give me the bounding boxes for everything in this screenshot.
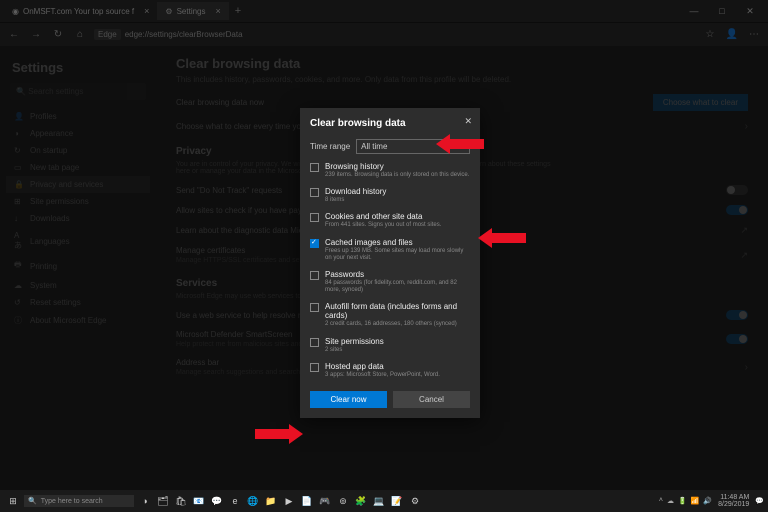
tray-icon[interactable]: ˄ [659,497,663,505]
checkbox[interactable] [310,303,319,312]
checkbox[interactable] [310,271,319,280]
clear-option[interactable]: Hosted app data3 apps: Microsoft Store, … [310,362,470,379]
option-subtitle: 84 passwords (for fidelity.com, reddit.c… [325,280,470,294]
option-title: Site permissions [325,337,384,346]
annotation-arrow-icon [478,226,526,250]
taskbar-app-icon[interactable]: 🌐 [244,496,262,507]
taskbar-app-icon[interactable]: 🛍 [172,496,190,507]
option-title: Download history [325,187,386,196]
clear-option[interactable]: Cookies and other site dataFrom 441 site… [310,212,470,229]
clear-option[interactable]: Site permissions2 sites [310,337,470,354]
taskbar-search[interactable]: 🔍 Type here to search [24,495,134,507]
windows-taskbar: ⊞ 🔍 Type here to search ◑🗂🛍📧💬e🌐📁▶📄🎮⊚🧩💻📝⚙… [0,490,768,512]
taskbar-app-icon[interactable]: 💬 [208,496,226,507]
option-title: Cached images and files [325,238,470,247]
clear-option[interactable]: Cached images and filesFrees up 139 MB. … [310,238,470,262]
taskbar-app-icon[interactable]: 💻 [370,496,388,507]
taskbar-app-icon[interactable]: e [226,496,244,507]
taskbar-app-icon[interactable]: 📄 [298,496,316,507]
taskbar-app-icon[interactable]: 🗂 [154,496,172,507]
taskbar-app-icon[interactable]: 📧 [190,496,208,507]
taskbar-app-icon[interactable]: ⊚ [334,496,352,507]
option-subtitle: 239 items. Browsing data is only stored … [325,172,469,179]
option-subtitle: 3 apps: Microsoft Store, PowerPoint, Wor… [325,372,440,379]
dialog-title: Clear browsing data [310,118,470,129]
annotation-arrow-icon [436,132,484,156]
checkbox[interactable] [310,163,319,172]
close-icon[interactable]: ✕ [464,116,472,127]
taskbar-app-icon[interactable]: 🧩 [352,496,370,507]
clear-option[interactable]: Passwords84 passwords (for fidelity.com,… [310,270,470,294]
clear-now-button[interactable]: Clear now [310,391,387,408]
annotation-arrow-icon [255,422,303,446]
start-button[interactable]: ⊞ [4,496,22,507]
checkbox[interactable] [310,338,319,347]
cancel-button[interactable]: Cancel [393,391,470,408]
option-subtitle: 2 credit cards, 16 addresses, 180 others… [325,321,470,328]
option-title: Browsing history [325,162,469,171]
taskbar-app-icon[interactable]: ◑ [136,496,154,507]
clear-option[interactable]: Autofill form data (includes forms and c… [310,302,470,328]
tray-icon[interactable]: ☁ [667,497,674,505]
option-title: Passwords [325,270,470,279]
checkbox[interactable] [310,188,319,197]
clear-option[interactable]: Browsing history239 items. Browsing data… [310,162,470,179]
taskbar-app-icon[interactable]: 🎮 [316,496,334,507]
taskbar-app-icon[interactable]: ⚙ [406,496,424,507]
clear-option[interactable]: Download history8 items [310,187,470,204]
option-title: Autofill form data (includes forms and c… [325,302,470,320]
taskbar-app-icon[interactable]: ▶ [280,496,298,507]
checkbox[interactable] [310,363,319,372]
option-subtitle: From 441 sites. Signs you out of most si… [325,222,441,229]
option-subtitle: Frees up 139 MB. Some sites may load mor… [325,248,470,262]
system-clock[interactable]: 11:48 AM8/29/2019 [718,494,749,508]
option-title: Hosted app data [325,362,440,371]
tray-icon[interactable]: 📶 [691,497,700,505]
option-subtitle: 2 sites [325,347,384,354]
checkbox[interactable] [310,213,319,222]
notifications-icon[interactable]: 💬 [755,497,764,505]
time-range-label: Time range [310,142,350,151]
taskbar-app-icon[interactable]: 📝 [388,496,406,507]
option-title: Cookies and other site data [325,212,441,221]
tray-icon[interactable]: 🔊 [703,497,712,505]
checkbox[interactable] [310,239,319,248]
taskbar-app-icon[interactable]: 📁 [262,496,280,507]
option-subtitle: 8 items [325,197,386,204]
tray-icon[interactable]: 🔋 [678,497,687,505]
